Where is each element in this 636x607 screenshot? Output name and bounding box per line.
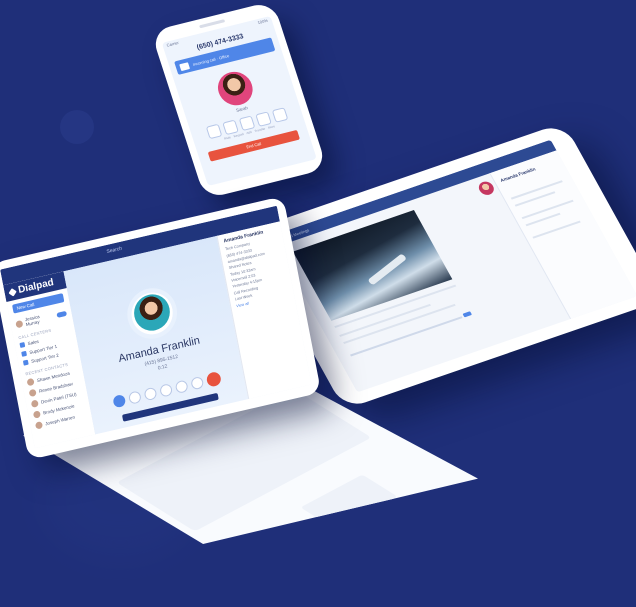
banner-icon [179, 61, 190, 71]
status-battery: 100% [256, 17, 269, 26]
checkbox-icon [19, 341, 26, 349]
control-label: More [267, 124, 276, 130]
contact-avatar [26, 377, 35, 387]
transfer-button[interactable] [159, 383, 174, 398]
send-button[interactable] [462, 311, 473, 318]
sidebar-item-label: Joseph Warren [44, 414, 76, 427]
mute-button[interactable] [112, 393, 127, 409]
logo-icon [8, 287, 17, 297]
record-button[interactable] [174, 379, 189, 394]
logo-text: Dialpad [17, 276, 55, 296]
control-label: Add [245, 129, 253, 136]
caller-avatar [213, 68, 258, 109]
text-line [532, 220, 581, 239]
airplane-wing [367, 253, 408, 286]
control-label: Mute [223, 135, 232, 141]
contact-avatar [34, 421, 44, 430]
control-label: Keypad [233, 132, 245, 139]
background-dot [60, 110, 94, 144]
more-button[interactable] [190, 375, 205, 391]
contact-avatar [28, 388, 37, 398]
checkbox-icon [21, 350, 28, 357]
keypad-button[interactable] [143, 386, 158, 402]
hold-button[interactable] [127, 390, 142, 405]
tablet-screen: Dialpad Meetings Amanda Franklin [270, 139, 636, 393]
phone-screen: Carrier 100% (650) 474-3333 Incoming cal… [161, 15, 317, 187]
banner-text: Incoming call · Office [191, 52, 230, 67]
availability-toggle[interactable] [56, 310, 67, 318]
trackpad [300, 474, 398, 530]
checkbox-icon [22, 359, 29, 366]
contact-avatar [32, 410, 41, 419]
phone-device: Carrier 100% (650) 474-3333 Incoming cal… [150, 0, 328, 200]
user-avatar [15, 319, 24, 328]
contact-avatar [30, 399, 39, 408]
view-all-link[interactable]: View all [236, 301, 249, 308]
hang-up-button[interactable] [205, 370, 222, 388]
